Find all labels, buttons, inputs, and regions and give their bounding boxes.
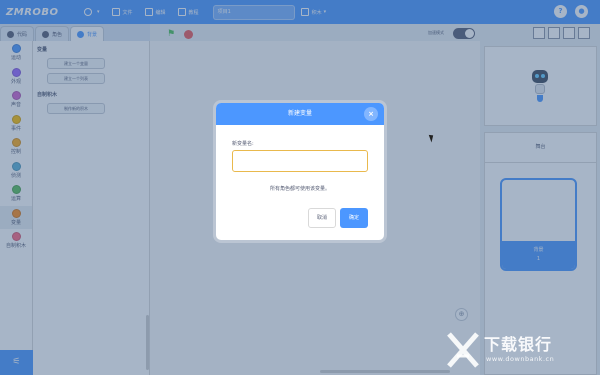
variable-name-input[interactable] — [232, 150, 368, 172]
ok-button[interactable]: 确定 — [340, 208, 368, 228]
new-variable-dialog: 新建变量 × 新变量名: 所有角色都可使用该变量。 取消 确定 — [216, 103, 384, 240]
dialog-title: 新建变量 — [287, 110, 312, 117]
cancel-button[interactable]: 取消 — [308, 208, 336, 228]
close-icon[interactable]: × — [364, 107, 378, 121]
watermark-url: www.downbank.cn — [486, 355, 555, 363]
dialog-header: 新建变量 × — [216, 103, 384, 125]
watermark-text: 下载银行 — [484, 335, 553, 354]
watermark-logo-icon — [447, 332, 479, 368]
scope-hint: 所有角色都可使用该变量。 — [269, 186, 330, 192]
variable-name-label: 新变量名: — [232, 141, 254, 147]
